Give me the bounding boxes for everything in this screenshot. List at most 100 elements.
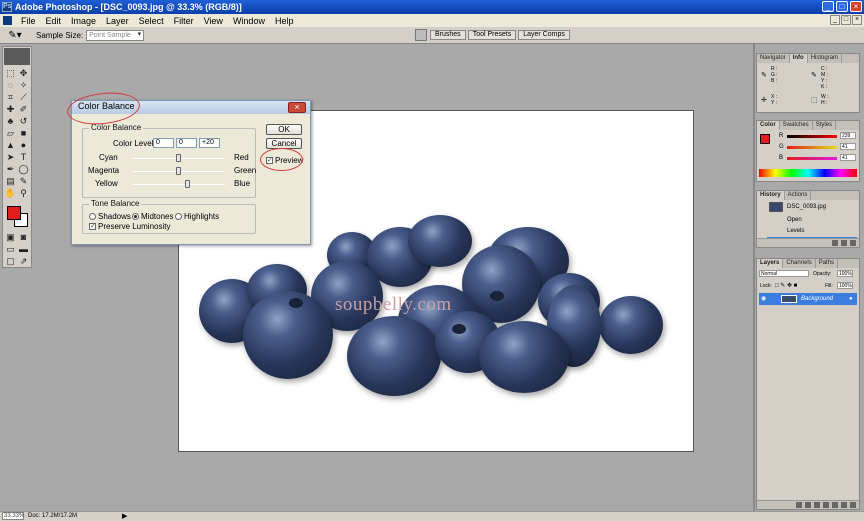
move-tool-icon[interactable]: ✥ bbox=[17, 67, 30, 79]
healing-brush-icon[interactable]: ✚ bbox=[4, 103, 17, 115]
imageready-icon[interactable]: ⇗ bbox=[17, 255, 30, 267]
close-button[interactable]: × bbox=[850, 1, 862, 12]
zoom-tool-icon[interactable]: ⚲ bbox=[17, 187, 30, 199]
opacity-field[interactable]: 100% bbox=[837, 270, 853, 277]
level-field-magenta-green[interactable]: 0 bbox=[176, 138, 197, 148]
maximize-button[interactable]: □ bbox=[836, 1, 848, 12]
hand-tool-icon[interactable]: ✋ bbox=[4, 187, 17, 199]
link-layers-icon[interactable] bbox=[796, 502, 802, 508]
minimize-button[interactable]: _ bbox=[822, 1, 834, 12]
menu-view[interactable]: View bbox=[199, 16, 228, 26]
palette-tab-brushes[interactable]: Brushes bbox=[430, 30, 466, 40]
midtones-label[interactable]: Midtones bbox=[141, 212, 173, 221]
menu-layer[interactable]: Layer bbox=[101, 16, 134, 26]
tab-info[interactable]: Info bbox=[789, 54, 808, 63]
history-brush-icon[interactable]: ↺ bbox=[17, 115, 30, 127]
zoom-level-field[interactable]: 33.33% bbox=[2, 512, 24, 520]
layer-mask-icon[interactable] bbox=[814, 502, 820, 508]
level-field-cyan-red[interactable]: 0 bbox=[153, 138, 174, 148]
menu-image[interactable]: Image bbox=[66, 16, 101, 26]
tab-channels[interactable]: Channels bbox=[783, 259, 816, 268]
quick-mask-icon[interactable]: ◙ bbox=[17, 231, 30, 243]
green-channel-slider[interactable] bbox=[787, 146, 837, 149]
brush-tool-icon[interactable]: ✐ bbox=[17, 103, 30, 115]
midtones-radio[interactable] bbox=[132, 213, 139, 220]
shadows-label[interactable]: Shadows bbox=[98, 212, 131, 221]
fill-field[interactable]: 100% bbox=[837, 282, 853, 289]
preserve-luminosity-checkbox[interactable]: ✓ bbox=[89, 223, 96, 230]
menu-edit[interactable]: Edit bbox=[41, 16, 67, 26]
eyedropper-tool-icon[interactable]: ✎ bbox=[17, 175, 30, 187]
eraser-tool-icon[interactable]: ▱ bbox=[4, 127, 17, 139]
tab-swatches[interactable]: Swatches bbox=[780, 121, 813, 130]
eyedropper-icon[interactable]: ✎▾ bbox=[6, 30, 24, 41]
toolbox-header[interactable] bbox=[4, 48, 30, 65]
tab-color[interactable]: Color bbox=[757, 121, 780, 130]
sample-size-select[interactable]: Point Sample bbox=[86, 29, 145, 41]
crop-tool-icon[interactable]: ⌗ bbox=[4, 91, 17, 103]
lasso-tool-icon[interactable]: ◌ bbox=[4, 79, 17, 91]
tab-layers[interactable]: Layers bbox=[757, 259, 784, 268]
gradient-tool-icon[interactable]: ■ bbox=[17, 127, 30, 139]
tab-histogram[interactable]: Histogram bbox=[808, 54, 843, 63]
menu-select[interactable]: Select bbox=[134, 16, 169, 26]
delete-state-icon[interactable] bbox=[850, 240, 856, 246]
shadows-radio[interactable] bbox=[89, 213, 96, 220]
palette-tab-layer-comps[interactable]: Layer Comps bbox=[518, 30, 570, 40]
file-browser-icon[interactable] bbox=[415, 29, 427, 41]
type-tool-icon[interactable]: T bbox=[17, 151, 30, 163]
menu-filter[interactable]: Filter bbox=[169, 16, 199, 26]
new-document-icon[interactable] bbox=[832, 240, 838, 246]
pen-tool-icon[interactable]: ✒ bbox=[4, 163, 17, 175]
notes-tool-icon[interactable]: ▤ bbox=[4, 175, 17, 187]
dodge-tool-icon[interactable]: ● bbox=[17, 139, 30, 151]
history-state-open[interactable]: Open bbox=[787, 215, 802, 225]
tab-actions[interactable]: Actions bbox=[785, 191, 812, 200]
yellow-blue-slider[interactable] bbox=[133, 184, 225, 185]
status-menu-arrow-icon[interactable]: ▶ bbox=[122, 512, 127, 521]
screen-mode-menu-icon[interactable]: ▢ bbox=[4, 255, 17, 267]
marquee-tool-icon[interactable]: ⬚ bbox=[4, 67, 17, 79]
new-snapshot-icon[interactable] bbox=[841, 240, 847, 246]
foreground-color-swatch[interactable] bbox=[7, 206, 21, 220]
screen-mode-full-icon[interactable]: ▬ bbox=[17, 243, 30, 255]
cyan-red-slider-thumb[interactable] bbox=[176, 154, 181, 162]
preserve-luminosity-label[interactable]: Preserve Luminosity bbox=[98, 222, 170, 231]
menu-window[interactable]: Window bbox=[228, 16, 270, 26]
delete-layer-icon[interactable] bbox=[850, 502, 856, 508]
ok-button[interactable]: OK bbox=[266, 124, 302, 135]
doc-minimize-button[interactable]: _ bbox=[830, 15, 840, 25]
photoshop-app-icon[interactable]: Ps bbox=[2, 2, 12, 12]
new-group-icon[interactable] bbox=[832, 502, 838, 508]
tab-navigator[interactable]: Navigator bbox=[757, 54, 790, 63]
highlights-radio[interactable] bbox=[175, 213, 182, 220]
layer-style-icon[interactable] bbox=[805, 502, 811, 508]
lock-icons[interactable]: □ ✎ ✥ ■ bbox=[775, 282, 797, 289]
blur-tool-icon[interactable]: ▲ bbox=[4, 139, 17, 151]
tab-paths[interactable]: Paths bbox=[816, 259, 839, 268]
magic-wand-tool-icon[interactable]: ✧ bbox=[17, 79, 30, 91]
history-snapshot-name[interactable]: DSC_0093.jpg bbox=[787, 202, 826, 212]
color-panel-foreground[interactable] bbox=[760, 134, 770, 144]
green-channel-value[interactable]: 41 bbox=[840, 143, 856, 150]
tab-styles[interactable]: Styles bbox=[813, 121, 837, 130]
red-channel-value[interactable]: 239 bbox=[840, 132, 856, 139]
menu-help[interactable]: Help bbox=[270, 16, 299, 26]
tab-history[interactable]: History bbox=[757, 191, 785, 200]
highlights-label[interactable]: Highlights bbox=[184, 212, 219, 221]
shape-tool-icon[interactable]: ◯ bbox=[17, 163, 30, 175]
new-layer-icon[interactable] bbox=[841, 502, 847, 508]
history-snapshot-thumbnail[interactable] bbox=[769, 202, 783, 212]
path-selection-icon[interactable]: ➤ bbox=[4, 151, 17, 163]
palette-tab-tool-presets[interactable]: Tool Presets bbox=[467, 30, 517, 40]
yellow-blue-slider-thumb[interactable] bbox=[185, 180, 190, 188]
document-icon[interactable] bbox=[3, 16, 12, 25]
slice-tool-icon[interactable]: ⟋ bbox=[17, 91, 30, 103]
history-state-levels[interactable]: Levels bbox=[787, 226, 804, 236]
level-field-yellow-blue[interactable]: +20 bbox=[199, 138, 220, 148]
layer-visibility-eye-icon[interactable]: ◉ bbox=[761, 293, 766, 305]
doc-restore-button[interactable]: □ bbox=[841, 15, 851, 25]
dialog-close-button[interactable]: × bbox=[288, 102, 306, 113]
menu-file[interactable]: File bbox=[16, 16, 41, 26]
clone-stamp-icon[interactable]: ♣ bbox=[4, 115, 17, 127]
